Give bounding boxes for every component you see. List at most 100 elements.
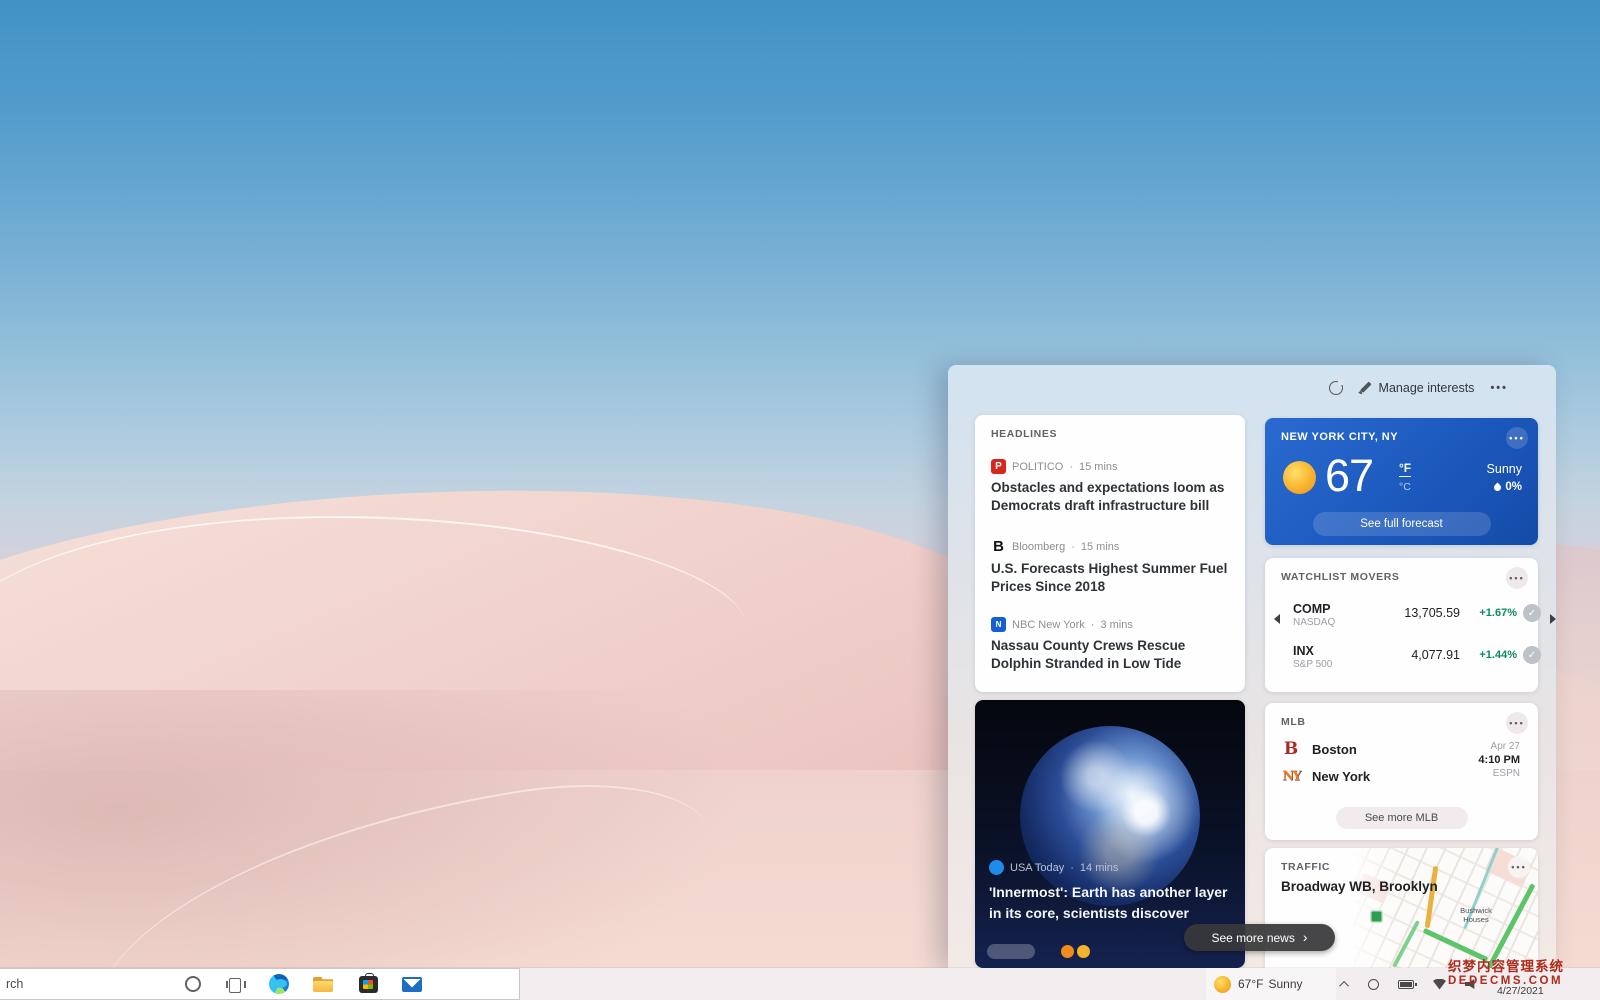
ticker-change: +1.67% bbox=[1465, 607, 1517, 619]
carousel-right-icon[interactable] bbox=[1550, 614, 1556, 624]
mlb-title: MLB bbox=[1281, 716, 1306, 728]
sun-icon bbox=[1283, 461, 1316, 494]
mlb-card: MLB ••• B Boston NY New York Apr 27 4:10… bbox=[1265, 703, 1538, 840]
game-network: ESPN bbox=[1478, 768, 1520, 779]
bloomberg-logo-icon: B bbox=[991, 538, 1006, 555]
ticker-symbol: INX bbox=[1293, 644, 1314, 658]
traffic-status-icon bbox=[1370, 910, 1383, 923]
manage-interests-label: Manage interests bbox=[1379, 381, 1475, 395]
edge-button[interactable] bbox=[262, 968, 296, 1000]
meta-separator: · bbox=[1091, 619, 1095, 631]
traffic-more-button[interactable]: ••• bbox=[1508, 856, 1530, 878]
news-time: 15 mins bbox=[1081, 541, 1120, 553]
traffic-title: TRAFFIC bbox=[1281, 861, 1330, 873]
battery-icon[interactable] bbox=[1398, 980, 1414, 989]
droplet-icon bbox=[1493, 482, 1503, 492]
map-road bbox=[1423, 928, 1489, 962]
pencil-icon bbox=[1359, 382, 1372, 395]
see-full-forecast-button[interactable]: See full forecast bbox=[1313, 512, 1491, 536]
game-time: 4:10 PM bbox=[1478, 754, 1520, 766]
check-icon[interactable]: ✓ bbox=[1523, 646, 1541, 664]
mail-button[interactable] bbox=[395, 968, 429, 1000]
more-icon: ••• bbox=[1509, 434, 1524, 443]
task-view-button[interactable] bbox=[217, 968, 251, 1000]
story-source: USA Today bbox=[1010, 862, 1064, 874]
search-input[interactable]: rch bbox=[0, 968, 520, 1000]
see-more-mlb-button[interactable]: See more MLB bbox=[1336, 807, 1468, 829]
emoji-reaction-icon[interactable] bbox=[1077, 945, 1090, 958]
mail-icon bbox=[402, 977, 422, 992]
panel-more-icon[interactable]: ••• bbox=[1490, 383, 1508, 394]
news-headline: U.S. Forecasts Highest Summer Fuel Price… bbox=[991, 560, 1231, 596]
store-icon bbox=[359, 976, 378, 993]
news-interests-panel: Manage interests ••• HEADLINES P POLITIC… bbox=[948, 365, 1556, 968]
taskbar-sun-icon bbox=[1214, 976, 1231, 993]
game-date: Apr 27 bbox=[1478, 741, 1520, 752]
news-meta: N NBC New York · 3 mins bbox=[991, 617, 1231, 632]
check-icon[interactable]: ✓ bbox=[1523, 604, 1541, 622]
watchlist-more-button[interactable]: ••• bbox=[1506, 567, 1528, 589]
story-time: 14 mins bbox=[1080, 862, 1119, 874]
mlb-home-row[interactable]: NY New York bbox=[1281, 769, 1370, 784]
map-road bbox=[1479, 883, 1535, 968]
watchlist-row[interactable]: INX S&P 500 4,077.91 +1.44% ✓ bbox=[1265, 644, 1538, 676]
weather-more-button[interactable]: ••• bbox=[1506, 427, 1528, 449]
file-explorer-button[interactable] bbox=[306, 968, 340, 1000]
news-headline: Obstacles and expectations loom as Democ… bbox=[991, 479, 1231, 515]
reaction-pill[interactable] bbox=[987, 944, 1035, 959]
dedecms-watermark: 织梦内容管理系统 DEDECMS.COM bbox=[1448, 960, 1566, 988]
watchlist-row[interactable]: COMP NASDAQ 13,705.59 +1.67% ✓ bbox=[1265, 602, 1538, 634]
tray-status-icon[interactable] bbox=[1368, 979, 1379, 990]
cortana-button[interactable] bbox=[176, 968, 210, 1000]
headlines-card: HEADLINES P POLITICO · 15 mins Obstacles… bbox=[975, 415, 1245, 692]
more-icon: ••• bbox=[1511, 863, 1526, 872]
news-item[interactable]: P POLITICO · 15 mins Obstacles and expec… bbox=[991, 459, 1231, 515]
mets-logo-icon: NY bbox=[1281, 769, 1301, 784]
wifi-icon[interactable] bbox=[1433, 979, 1446, 990]
watermark-line1: 织梦内容管理系统 bbox=[1448, 960, 1566, 974]
taskbar: rch 67°F Sunny 4/27/2021 bbox=[0, 968, 1600, 1000]
nbc-new-york-logo-icon: N bbox=[991, 617, 1006, 632]
earth-clouds bbox=[1020, 726, 1200, 906]
precip-value: 0% bbox=[1505, 481, 1522, 493]
taskbar-weather-temp: 67°F bbox=[1238, 977, 1263, 991]
manage-interests-button[interactable]: Manage interests bbox=[1359, 381, 1475, 395]
watermark-line2: DEDECMS.COM bbox=[1448, 974, 1566, 988]
taskbar-weather-button[interactable]: 67°F Sunny bbox=[1206, 968, 1336, 1000]
panel-header: Manage interests ••• bbox=[1329, 377, 1508, 399]
chevron-right-icon: › bbox=[1303, 930, 1308, 944]
search-text: rch bbox=[6, 977, 23, 991]
story-meta: USA Today · 14 mins bbox=[989, 860, 1118, 875]
mlb-away-row[interactable]: B Boston bbox=[1281, 739, 1357, 759]
see-more-news-button[interactable]: See more news › bbox=[1184, 924, 1335, 951]
news-time: 3 mins bbox=[1100, 619, 1132, 631]
news-item[interactable]: N NBC New York · 3 mins Nassau County Cr… bbox=[991, 617, 1231, 673]
red-sox-logo-icon: B bbox=[1281, 739, 1301, 759]
news-source: NBC New York bbox=[1012, 619, 1085, 631]
desktop: Manage interests ••• HEADLINES P POLITIC… bbox=[0, 0, 1600, 1000]
usa-today-logo-icon bbox=[989, 860, 1004, 875]
more-icon: ••• bbox=[1509, 719, 1524, 728]
ticker-symbol: COMP bbox=[1293, 602, 1331, 616]
store-button[interactable] bbox=[351, 968, 385, 1000]
game-info: Apr 27 4:10 PM ESPN bbox=[1478, 741, 1520, 779]
map-place-label: Bushwick Houses bbox=[1450, 906, 1502, 924]
show-hidden-icons-icon[interactable] bbox=[1339, 980, 1349, 990]
ticker-value: 4,077.91 bbox=[1360, 648, 1460, 662]
file-explorer-icon bbox=[313, 977, 333, 992]
emoji-reaction-icon[interactable] bbox=[1061, 945, 1074, 958]
unit-fahrenheit[interactable]: °F bbox=[1399, 461, 1411, 477]
weather-summary: Sunny 0% bbox=[1487, 462, 1522, 493]
news-source: Bloomberg bbox=[1012, 541, 1065, 553]
weather-location: NEW YORK CITY, NY bbox=[1281, 431, 1398, 443]
weather-precip: 0% bbox=[1487, 481, 1522, 493]
news-item[interactable]: B Bloomberg · 15 mins U.S. Forecasts Hig… bbox=[991, 538, 1231, 596]
unit-celsius[interactable]: °C bbox=[1399, 481, 1411, 493]
refresh-icon[interactable] bbox=[1329, 381, 1343, 395]
mlb-more-button[interactable]: ••• bbox=[1506, 712, 1528, 734]
news-headline: Nassau County Crews Rescue Dolphin Stran… bbox=[991, 637, 1231, 673]
taskbar-weather-condition: Sunny bbox=[1268, 977, 1302, 991]
weather-temp: 67 bbox=[1325, 450, 1373, 502]
weather-card[interactable]: NEW YORK CITY, NY ••• 67 °F °C Sunny 0% … bbox=[1265, 418, 1538, 545]
watchlist-title: WATCHLIST MOVERS bbox=[1281, 571, 1400, 583]
